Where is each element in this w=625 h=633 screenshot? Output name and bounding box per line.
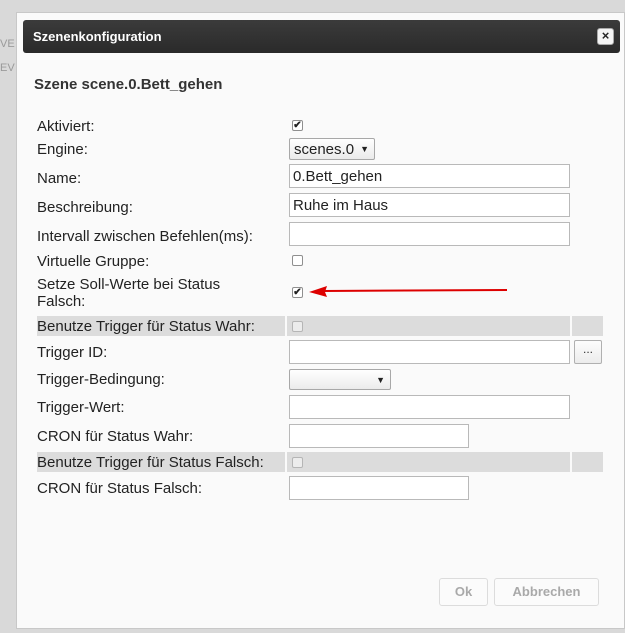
band-divider: [285, 316, 287, 336]
chevron-down-icon: ▼: [376, 375, 385, 385]
scene-title: Szene scene.0.Bett_gehen: [34, 76, 223, 93]
beschreibung-input[interactable]: Ruhe im Haus: [289, 193, 570, 217]
trigger-wert-input[interactable]: [289, 395, 570, 419]
trigger-bedingung-label: Trigger-Bedingung:: [37, 371, 165, 388]
cron-falsch-label: CRON für Status Falsch:: [37, 480, 203, 497]
dialog-titlebar[interactable]: Szenenkonfiguration ×: [23, 20, 620, 53]
name-input[interactable]: 0.Bett_gehen: [289, 164, 570, 188]
trigger-wert-label: Trigger-Wert:: [37, 399, 125, 416]
setze-soll-label-line2: Falsch:: [37, 293, 86, 310]
trigger-falsch-checkbox[interactable]: [292, 457, 303, 468]
intervall-input[interactable]: [289, 222, 570, 246]
virtuelle-gruppe-checkbox[interactable]: [292, 255, 303, 266]
beschreibung-label: Beschreibung:: [37, 199, 133, 216]
trigger-bedingung-select[interactable]: ▼: [289, 369, 391, 390]
close-icon[interactable]: ×: [597, 28, 614, 45]
band-divider: [285, 452, 287, 472]
band-divider: [570, 452, 572, 472]
cron-falsch-input[interactable]: [289, 476, 469, 500]
red-arrow-annotation: [309, 286, 508, 297]
select-id-button[interactable]: ...: [574, 340, 602, 364]
trigger-id-input[interactable]: [289, 340, 570, 364]
setze-soll-label-line1: Setze Soll-Werte bei Status: [37, 276, 221, 293]
trigger-wahr-checkbox[interactable]: [292, 321, 303, 332]
virtuelle-gruppe-label: Virtuelle Gruppe:: [37, 253, 150, 270]
cron-wahr-input[interactable]: [289, 424, 469, 448]
name-label: Name:: [37, 170, 82, 187]
trigger-id-label: Trigger ID:: [37, 344, 108, 361]
aktiviert-label: Aktiviert:: [37, 118, 95, 135]
engine-select[interactable]: scenes.0 ▼: [289, 138, 375, 160]
ok-button[interactable]: Ok: [439, 578, 488, 606]
trigger-wahr-label: Benutze Trigger für Status Wahr:: [37, 318, 255, 335]
cancel-button[interactable]: Abbrechen: [494, 578, 599, 606]
cron-wahr-label: CRON für Status Wahr:: [37, 428, 194, 445]
engine-label: Engine:: [37, 141, 88, 158]
background-text-fragment: VE: [0, 38, 15, 50]
aktiviert-checkbox[interactable]: ✔: [292, 120, 303, 131]
band-divider: [570, 316, 572, 336]
engine-select-value: scenes.0: [294, 141, 355, 158]
chevron-down-icon: ▼: [360, 144, 369, 154]
intervall-label: Intervall zwischen Befehlen(ms):: [37, 228, 253, 245]
scene-config-dialog: Szenenkonfiguration × Szene scene.0.Bett…: [16, 12, 625, 629]
background-text-fragment: EV: [0, 62, 15, 74]
dialog-title: Szenenkonfiguration: [33, 29, 162, 44]
setze-soll-label: Setze Soll-Werte bei Status Falsch:: [37, 276, 220, 310]
setze-soll-checkbox[interactable]: ✔: [292, 287, 303, 298]
trigger-falsch-label: Benutze Trigger für Status Falsch:: [37, 454, 264, 471]
